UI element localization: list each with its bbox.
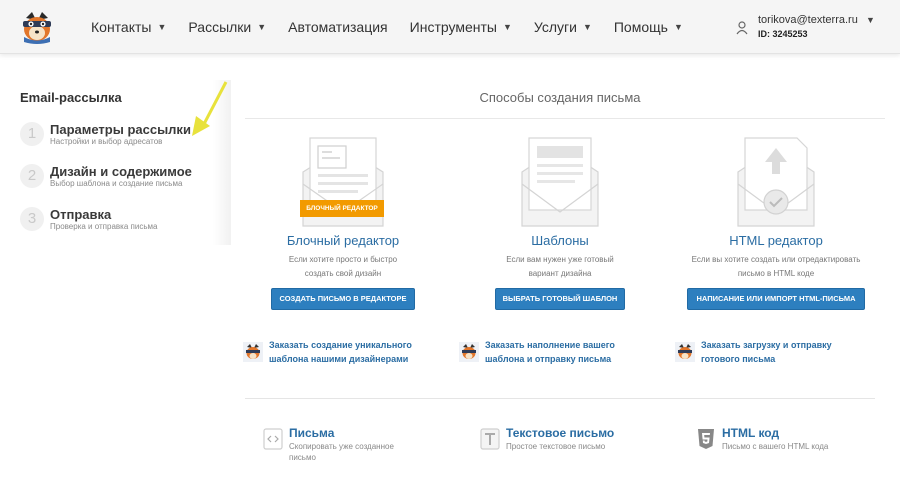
fox-avatar-icon xyxy=(675,342,695,362)
top-navigation-bar: Контакты ▼ Рассылки ▼ Автоматизация Инст… xyxy=(0,0,900,54)
option-title: HTML код xyxy=(722,426,780,440)
order-design-link[interactable]: Заказать создание уникального шаблона на… xyxy=(243,338,443,368)
chevron-down-icon: ▼ xyxy=(673,22,683,32)
option-subtitle: Скопировать уже созданное письмо xyxy=(289,442,394,462)
block-editor-badge: Блочный редактор xyxy=(300,200,384,217)
envelope-upload-icon[interactable] xyxy=(671,132,881,228)
chevron-down-icon: ▼ xyxy=(157,22,167,32)
user-icon xyxy=(736,21,748,35)
nav-contacts-label: Контакты xyxy=(91,19,152,35)
step-subtitle: Настройки и выбор адресатов xyxy=(50,137,163,146)
annotation-arrow-icon xyxy=(192,81,228,136)
nav-automation-label: Автоматизация xyxy=(288,19,388,35)
card-title: Блочный редактор xyxy=(286,233,400,248)
option-subtitle: Письмо с вашего HTML кода xyxy=(722,442,829,451)
nav-mailings-label: Рассылки xyxy=(188,19,252,35)
step-title: Параметры рассылки xyxy=(50,122,191,137)
order-text-line: Заказать создание уникального xyxy=(269,340,412,350)
nav-automation[interactable]: Автоматизация xyxy=(277,0,398,54)
card-templates: Шаблоны Если вам нужен уже готовый вариа… xyxy=(455,132,665,312)
order-text: Заказать создание уникального шаблона на… xyxy=(269,338,449,366)
card-description: Если вам нужен уже готовый вариант дизай… xyxy=(490,253,630,281)
import-html-button[interactable]: Написание или импорт HTML-письма xyxy=(687,288,865,310)
divider xyxy=(245,118,885,119)
fox-logo-icon[interactable] xyxy=(18,8,56,46)
text-t-icon xyxy=(480,428,500,450)
option-text-letter[interactable]: Текстовое письмо Простое текстовое письм… xyxy=(480,426,660,466)
step-design[interactable]: 2 Дизайн и содержимое Выбор шаблона и со… xyxy=(20,164,220,200)
nav-mailings[interactable]: Рассылки ▼ xyxy=(177,0,277,54)
sidebar-title: Email-рассылка xyxy=(20,90,122,105)
card-description-line: Если вы хотите создать или отредактирова… xyxy=(691,255,861,264)
step-subtitle: Проверка и отправка письма xyxy=(50,222,158,231)
order-content-link[interactable]: Заказать наполнение вашего шаблона и отп… xyxy=(459,338,659,368)
html5-icon xyxy=(698,429,714,449)
order-text: Заказать наполнение вашего шаблона и отп… xyxy=(485,338,665,366)
option-title: Письма xyxy=(289,426,335,440)
card-title: HTML редактор xyxy=(729,233,823,248)
fox-avatar-icon xyxy=(243,342,263,362)
step-number: 1 xyxy=(20,122,44,146)
order-text: Заказать загрузку и отправку готового пи… xyxy=(701,338,881,366)
nav-help-label: Помощь xyxy=(613,19,668,35)
card-description: Если вы хотите создать или отредактирова… xyxy=(686,253,866,281)
card-title: Шаблоны xyxy=(531,233,589,248)
step-number: 3 xyxy=(20,207,44,231)
card-description-line: письмо в HTML коде xyxy=(737,269,815,278)
envelope-template-icon[interactable] xyxy=(455,132,665,228)
step-title: Дизайн и содержимое xyxy=(50,164,192,179)
step-subtitle: Выбор шаблона и создание письма xyxy=(50,179,183,188)
choose-template-button[interactable]: Выбрать готовый шаблон xyxy=(495,288,625,310)
step-send[interactable]: 3 Отправка Проверка и отправка письма xyxy=(20,207,220,243)
user-menu[interactable]: torikova@texterra.ru ▼ ID: 3245253 xyxy=(736,13,886,43)
step-title: Отправка xyxy=(50,207,112,222)
option-html-code[interactable]: HTML код Письмо с вашего HTML кода xyxy=(696,426,876,466)
card-block-editor: Блочный редактор Если хотите просто и бы… xyxy=(238,132,448,312)
fox-avatar-icon xyxy=(459,342,479,362)
nav-services[interactable]: Услуги ▼ xyxy=(523,0,603,54)
chevron-down-icon: ▼ xyxy=(582,22,592,32)
create-in-editor-button[interactable]: Создать письмо в редакторе xyxy=(271,288,415,310)
nav-contacts[interactable]: Контакты ▼ xyxy=(80,0,177,54)
chevron-down-icon: ▼ xyxy=(866,15,875,25)
order-text-line: шаблона и отправку письма xyxy=(485,354,612,364)
nav-tools[interactable]: Инструменты ▼ xyxy=(399,0,523,54)
order-text-line: Заказать загрузку и отправку xyxy=(701,340,832,350)
nav-tools-label: Инструменты xyxy=(409,19,497,35)
option-subtitle: Простое текстовое письмо xyxy=(506,442,606,451)
order-text-line: готового письма xyxy=(701,354,776,364)
card-description-line: вариант дизайна xyxy=(528,269,592,278)
code-icon xyxy=(263,428,283,450)
step-number: 2 xyxy=(20,164,44,188)
order-text-line: Заказать наполнение вашего xyxy=(485,340,615,350)
user-email: torikova@texterra.ru xyxy=(758,14,858,26)
section-title: Способы создания письма xyxy=(479,90,641,105)
card-description-line: Если хотите просто и быстро xyxy=(288,255,398,264)
card-html-editor: HTML редактор Если вы хотите создать или… xyxy=(671,132,881,312)
option-copy-letter[interactable]: Письма Скопировать уже созданное письмо xyxy=(263,426,443,466)
user-id: ID: 3245253 xyxy=(758,29,808,39)
divider xyxy=(245,398,875,399)
chevron-down-icon: ▼ xyxy=(502,22,512,32)
chevron-down-icon: ▼ xyxy=(257,22,267,32)
main-menu: Контакты ▼ Рассылки ▼ Автоматизация Инст… xyxy=(80,0,694,54)
order-upload-link[interactable]: Заказать загрузку и отправку готового пи… xyxy=(675,338,875,368)
nav-services-label: Услуги xyxy=(533,19,577,35)
card-description-line: Если вам нужен уже готовый xyxy=(506,255,614,264)
nav-help[interactable]: Помощь ▼ xyxy=(603,0,694,54)
option-title: Текстовое письмо xyxy=(506,426,615,440)
order-text-line: шаблона нашими дизайнерами xyxy=(269,354,409,364)
card-description-line: создать свой дизайн xyxy=(304,269,382,278)
card-description: Если хотите просто и быстро создать свой… xyxy=(273,253,413,281)
